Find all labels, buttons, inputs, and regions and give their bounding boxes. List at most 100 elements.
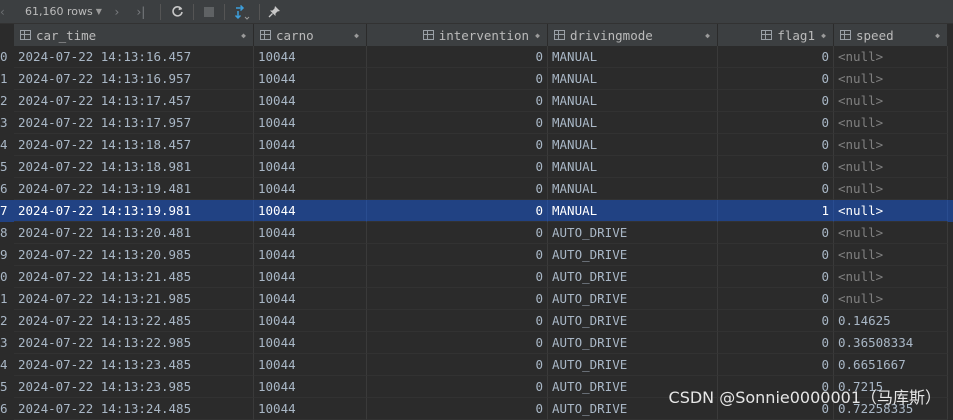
cell-intervention[interactable]: 0 (367, 134, 548, 156)
cell-drivingmode[interactable]: AUTO_DRIVE (548, 244, 718, 266)
cell-car_time[interactable]: 2024-07-22 14:13:16.957 (14, 68, 254, 90)
cell-car_time[interactable]: 2024-07-22 14:13:21.985 (14, 288, 254, 310)
cell-drivingmode[interactable]: AUTO_DRIVE (548, 354, 718, 376)
cell-carno[interactable]: 10044 (254, 244, 367, 266)
cell-car_time[interactable]: 2024-07-22 14:13:24.485 (14, 398, 254, 420)
cell-flag1[interactable]: 0 (718, 266, 834, 288)
cell-flag1[interactable]: 0 (718, 332, 834, 354)
cell-flag1[interactable]: 0 (718, 288, 834, 310)
cell-carno[interactable]: 10044 (254, 134, 367, 156)
cell-drivingmode[interactable]: MANUAL (548, 112, 718, 134)
cell-intervention[interactable]: 0 (367, 244, 548, 266)
cell-carno[interactable]: 10044 (254, 398, 367, 420)
cell-intervention[interactable]: 0 (367, 398, 548, 420)
cell-speed[interactable]: 0.36508334 (834, 332, 948, 354)
cell-speed[interactable]: 0.6651667 (834, 354, 948, 376)
cell-speed[interactable]: <null> (834, 244, 948, 266)
cell-flag1[interactable]: 0 (718, 310, 834, 332)
cell-intervention[interactable]: 0 (367, 310, 548, 332)
cell-car_time[interactable]: 2024-07-22 14:13:20.481 (14, 222, 254, 244)
refresh-icon[interactable] (169, 1, 187, 23)
stop-icon[interactable] (200, 1, 218, 23)
cell-speed[interactable]: <null> (834, 46, 948, 68)
cell-flag1[interactable]: 0 (718, 156, 834, 178)
table-row[interactable]: 0 2024-07-22 14:13:21.485 10044 0 AUTO_DRIVE… (0, 266, 953, 288)
cell-intervention[interactable]: 0 (367, 90, 548, 112)
cell-flag1[interactable]: 1 (718, 200, 834, 222)
table-row[interactable]: 4 2024-07-22 14:13:18.457 10044 0 MANUAL 0 <nu… (0, 134, 953, 156)
cell-carno[interactable]: 10044 (254, 178, 367, 200)
cell-carno[interactable]: 10044 (254, 200, 367, 222)
cell-drivingmode[interactable]: MANUAL (548, 68, 718, 90)
table-row[interactable]: 6 2024-07-22 14:13:19.481 10044 0 MANUAL 0 <nu… (0, 178, 953, 200)
cell-speed[interactable]: <null> (834, 156, 948, 178)
cell-intervention[interactable]: 0 (367, 68, 548, 90)
cell-drivingmode[interactable]: MANUAL (548, 156, 718, 178)
cell-carno[interactable]: 10044 (254, 112, 367, 134)
cell-drivingmode[interactable]: AUTO_DRIVE (548, 310, 718, 332)
cell-flag1[interactable]: 0 (718, 178, 834, 200)
table-row[interactable]: 2 2024-07-22 14:13:22.485 10044 0 AUTO_DRIVE… (0, 310, 953, 332)
cell-car_time[interactable]: 2024-07-22 14:13:23.485 (14, 354, 254, 376)
cell-carno[interactable]: 10044 (254, 156, 367, 178)
table-row[interactable]: 5 2024-07-22 14:13:18.981 10044 0 MANUAL 0 <nu… (0, 156, 953, 178)
cell-car_time[interactable]: 2024-07-22 14:13:20.985 (14, 244, 254, 266)
pin-icon[interactable] (266, 1, 284, 23)
transpose-icon[interactable] (231, 1, 253, 23)
cell-carno[interactable]: 10044 (254, 68, 367, 90)
cell-intervention[interactable]: 0 (367, 332, 548, 354)
cell-car_time[interactable]: 2024-07-22 14:13:17.957 (14, 112, 254, 134)
cell-car_time[interactable]: 2024-07-22 14:13:21.485 (14, 266, 254, 288)
cell-speed[interactable]: <null> (834, 112, 948, 134)
cell-carno[interactable]: 10044 (254, 266, 367, 288)
cell-intervention[interactable]: 0 (367, 46, 548, 68)
cell-car_time[interactable]: 2024-07-22 14:13:17.457 (14, 90, 254, 112)
column-header-speed[interactable]: speed ◆ (834, 24, 948, 46)
cell-drivingmode[interactable]: AUTO_DRIVE (548, 266, 718, 288)
cell-speed[interactable]: <null> (834, 90, 948, 112)
prev-page-icon[interactable]: ‹ (0, 1, 8, 23)
table-row[interactable]: 2 2024-07-22 14:13:17.457 10044 0 MANUAL 0 <nu… (0, 90, 953, 112)
table-row[interactable]: 9 2024-07-22 14:13:20.985 10044 0 AUTO_DRIVE… (0, 244, 953, 266)
cell-intervention[interactable]: 0 (367, 222, 548, 244)
cell-intervention[interactable]: 0 (367, 200, 548, 222)
sort-icon[interactable]: ◆ (935, 31, 940, 40)
cell-intervention[interactable]: 0 (367, 156, 548, 178)
cell-car_time[interactable]: 2024-07-22 14:13:18.981 (14, 156, 254, 178)
column-header-car_time[interactable]: car_time ◆ (14, 24, 254, 46)
next-page-icon[interactable]: › (106, 1, 128, 23)
table-row[interactable]: 7 2024-07-22 14:13:19.981 10044 0 MANUAL 1 <nu… (0, 200, 953, 222)
cell-car_time[interactable]: 2024-07-22 14:13:22.485 (14, 310, 254, 332)
cell-car_time[interactable]: 2024-07-22 14:13:18.457 (14, 134, 254, 156)
column-header-flag1[interactable]: flag1 ◆ (718, 24, 834, 46)
sort-icon[interactable]: ◆ (241, 31, 246, 40)
cell-drivingmode[interactable]: AUTO_DRIVE (548, 222, 718, 244)
cell-speed[interactable]: 0.14625 (834, 310, 948, 332)
cell-speed[interactable]: <null> (834, 266, 948, 288)
cell-car_time[interactable]: 2024-07-22 14:13:23.985 (14, 376, 254, 398)
sort-icon[interactable]: ◆ (705, 31, 710, 40)
cell-carno[interactable]: 10044 (254, 46, 367, 68)
cell-drivingmode[interactable]: MANUAL (548, 90, 718, 112)
cell-intervention[interactable]: 0 (367, 376, 548, 398)
cell-car_time[interactable]: 2024-07-22 14:13:16.457 (14, 46, 254, 68)
row-count-dropdown[interactable]: 61,160 rows ▼ (25, 1, 102, 23)
cell-carno[interactable]: 10044 (254, 376, 367, 398)
cell-car_time[interactable]: 2024-07-22 14:13:19.481 (14, 178, 254, 200)
cell-drivingmode[interactable]: MANUAL (548, 134, 718, 156)
cell-flag1[interactable]: 0 (718, 46, 834, 68)
cell-carno[interactable]: 10044 (254, 222, 367, 244)
table-row[interactable]: 3 2024-07-22 14:13:22.985 10044 0 AUTO_DRIVE… (0, 332, 953, 354)
cell-speed[interactable]: <null> (834, 134, 948, 156)
cell-drivingmode[interactable]: MANUAL (548, 200, 718, 222)
cell-carno[interactable]: 10044 (254, 332, 367, 354)
sort-icon[interactable]: ◆ (354, 31, 359, 40)
cell-carno[interactable]: 10044 (254, 310, 367, 332)
cell-intervention[interactable]: 0 (367, 354, 548, 376)
cell-intervention[interactable]: 0 (367, 178, 548, 200)
column-header-carno[interactable]: carno ◆ (254, 24, 367, 46)
table-row[interactable]: 1 2024-07-22 14:13:21.985 10044 0 AUTO_DRIVE… (0, 288, 953, 310)
table-row[interactable]: 4 2024-07-22 14:13:23.485 10044 0 AUTO_DRIVE… (0, 354, 953, 376)
cell-drivingmode[interactable]: MANUAL (548, 178, 718, 200)
table-row[interactable]: 3 2024-07-22 14:13:17.957 10044 0 MANUAL 0 <nu… (0, 112, 953, 134)
